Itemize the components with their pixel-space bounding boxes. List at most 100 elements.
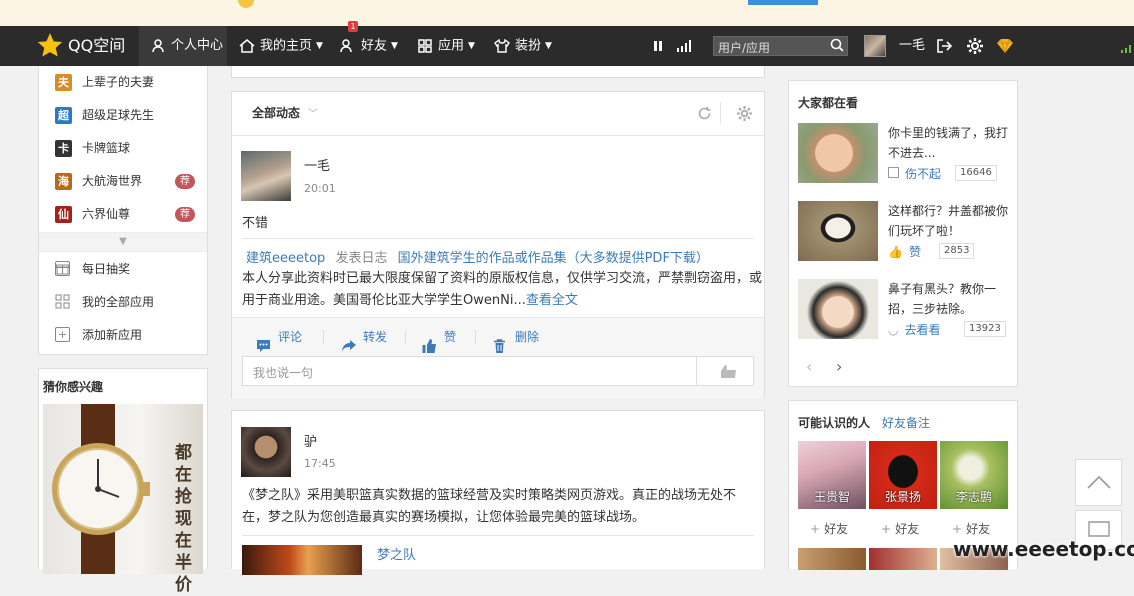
share-title-link[interactable]: 国外建筑学生的作品或作品集（大多数提供PDF下载） [398, 251, 709, 266]
ad-slogan: 都在抢 现在半价 [175, 443, 192, 595]
expand-chevron-icon[interactable]: ▼ [39, 232, 207, 252]
feed-settings-gear-icon[interactable] [737, 106, 752, 124]
friend-name: 李志鹏 [955, 490, 992, 504]
friend-suggestion[interactable] [798, 548, 866, 570]
nav-personal-center[interactable]: 个人中心 [139, 26, 227, 66]
signal-bars-icon[interactable] [676, 40, 692, 55]
apps-panel: 夫 上辈子的夫妻 超 超级足球先生 卡 卡牌篮球 海 大航海世界 荐 仙 六界仙… [38, 66, 208, 355]
watching-item-title[interactable]: 鼻子有黑头？教你一招，三步祛除。 [888, 279, 1013, 319]
feed-filter-dropdown[interactable]: 全部动态 ﹀ [252, 92, 318, 136]
add-friend-button[interactable]: + 好友 [881, 520, 919, 537]
search-icon[interactable] [830, 38, 844, 56]
pause-icon[interactable] [652, 40, 664, 55]
avatar[interactable] [241, 427, 291, 477]
watching-item[interactable]: 鼻子有黑头？教你一招，三步祛除。 ◡ 去看看 13923 [798, 279, 1013, 341]
delete-button[interactable]: 删除 [493, 318, 539, 356]
reply-box[interactable]: 我也说一句 [242, 356, 754, 386]
chevron-left-icon[interactable]: ‹ [806, 357, 812, 376]
avatar[interactable] [864, 35, 886, 57]
tool-item-daily-lottery[interactable]: 每日抽奖 [39, 253, 207, 286]
reply-input[interactable]: 我也说一句 [253, 364, 313, 381]
friend-suggestion[interactable] [869, 548, 937, 570]
share-source-link[interactable]: 建筑eeeetop [246, 251, 325, 266]
chevron-up-icon [1087, 475, 1111, 489]
username[interactable]: 一毛 [899, 26, 925, 66]
watching-item[interactable]: 你卡里的钱满了，我打不进去... 伤不起 16646 [798, 123, 1013, 185]
watching-item-title[interactable]: 这样都行？井盖都被你们玩坏了啦！ [888, 201, 1013, 241]
watching-item-stat[interactable]: ◡ 去看看 [888, 321, 941, 338]
chevron-down-icon: ▼ [316, 41, 323, 51]
watermark: www.eeeetop.com [953, 537, 1134, 561]
feed-card-post-2: 驴 17:45 《梦之队》采用美职篮真实数据的篮球经营及实时策略类网页游戏。真正… [231, 410, 765, 575]
friend-name: 王贵智 [813, 490, 850, 504]
recommend-badge: 荐 [175, 207, 195, 222]
video-thumbnail[interactable] [798, 201, 878, 261]
watch-ad-image[interactable]: 都在抢 现在半价 [43, 404, 203, 595]
back-to-top-button[interactable] [1075, 459, 1122, 506]
friend-notes-link[interactable]: 好友备注 [882, 414, 930, 431]
nav-decorate[interactable]: 装扮 ▼ [493, 26, 552, 66]
person-icon [139, 26, 167, 66]
nav-label: 个人中心 [171, 38, 224, 53]
chevron-right-icon[interactable]: › [836, 357, 842, 376]
voyage-app-icon: 海 [55, 173, 72, 190]
app-item[interactable]: 卡 卡牌篮球 [39, 132, 207, 165]
logout-icon[interactable] [936, 38, 953, 57]
plus-icon: + [810, 522, 821, 536]
game-thumbnail[interactable] [242, 545, 362, 575]
post-author[interactable]: 驴 [304, 431, 317, 450]
send-reply-icon[interactable] [715, 363, 737, 382]
tool-label: 每日抽奖 [82, 262, 131, 276]
forward-button[interactable]: 转发 [341, 318, 387, 356]
app-item[interactable]: 海 大航海世界 荐 [39, 165, 207, 198]
notice-button[interactable] [748, 0, 818, 5]
add-friend-button[interactable]: + 好友 [952, 520, 990, 537]
logo-text[interactable]: QQ空间 [68, 26, 125, 66]
app-item[interactable]: 夫 上辈子的夫妻 [39, 66, 207, 99]
search-box[interactable]: 用户/应用 [713, 36, 848, 56]
app-label: 卡牌篮球 [82, 141, 131, 155]
watching-item-stat[interactable]: 👍 赞 [888, 243, 921, 260]
chevron-down-icon: ▼ [545, 41, 552, 51]
nav-apps[interactable]: 应用 ▼ [416, 26, 475, 66]
search-input[interactable]: 用户/应用 [718, 39, 770, 56]
video-thumbnail[interactable] [798, 123, 878, 183]
plus-icon: + [952, 522, 963, 536]
friend-suggestion[interactable]: 张景扬 [869, 441, 937, 509]
read-more-link[interactable]: 查看全文 [526, 293, 578, 308]
friend-suggestion[interactable]: 王贵智 [798, 441, 866, 509]
watching-item-title[interactable]: 你卡里的钱满了，我打不进去... [888, 123, 1013, 163]
qzone-star-icon[interactable] [36, 32, 64, 60]
tool-item-all-apps[interactable]: 我的全部应用 [39, 286, 207, 319]
post-actions-area: 评论 转发 赞 删除 我也说一句 [232, 317, 764, 398]
game-link[interactable]: 梦之队 [377, 544, 416, 563]
tool-item-add-app[interactable]: + 添加新应用 [39, 319, 207, 352]
app-label: 上辈子的夫妻 [82, 75, 155, 89]
app-item[interactable]: 超 超级足球先生 [39, 99, 207, 132]
divider [323, 330, 324, 344]
nav-my-homepage[interactable]: 我的主页 ▼ [238, 26, 323, 66]
diamond-icon[interactable] [996, 38, 1014, 57]
watching-item-stat[interactable]: 伤不起 [888, 165, 941, 182]
avatar[interactable] [241, 151, 291, 201]
nav-label: 好友 [361, 38, 388, 54]
share-line: 建筑eeeetop 发表日志 国外建筑学生的作品或作品集（大多数提供PDF下载） [246, 247, 709, 266]
nav-friends[interactable]: 1 好友 ▼ [339, 20, 398, 66]
home-icon [238, 27, 256, 67]
like-button[interactable]: 赞 [422, 318, 456, 356]
app-label: 大航海世界 [82, 174, 143, 188]
friend-suggestion[interactable]: 李志鹏 [940, 441, 1008, 509]
comment-button[interactable]: 评论 [256, 318, 302, 356]
video-thumbnail[interactable] [798, 279, 878, 339]
tshirt-icon [493, 27, 511, 67]
app-item[interactable]: 仙 六界仙尊 荐 [39, 198, 207, 231]
refresh-icon[interactable] [697, 106, 712, 124]
divider [720, 102, 721, 124]
watching-item[interactable]: 这样都行？井盖都被你们玩坏了啦！ 👍 赞 2853 [798, 201, 1013, 263]
gear-icon[interactable] [967, 38, 983, 57]
add-friend-button[interactable]: + 好友 [810, 520, 848, 537]
share-body: 本人分享此资料时已最大限度保留了资料的原版权信息，仅供学习交流，严禁剽窃盗用，或… [242, 271, 763, 308]
post-author[interactable]: 一毛 [304, 155, 330, 174]
like-icon [422, 331, 438, 353]
divider [696, 357, 697, 385]
